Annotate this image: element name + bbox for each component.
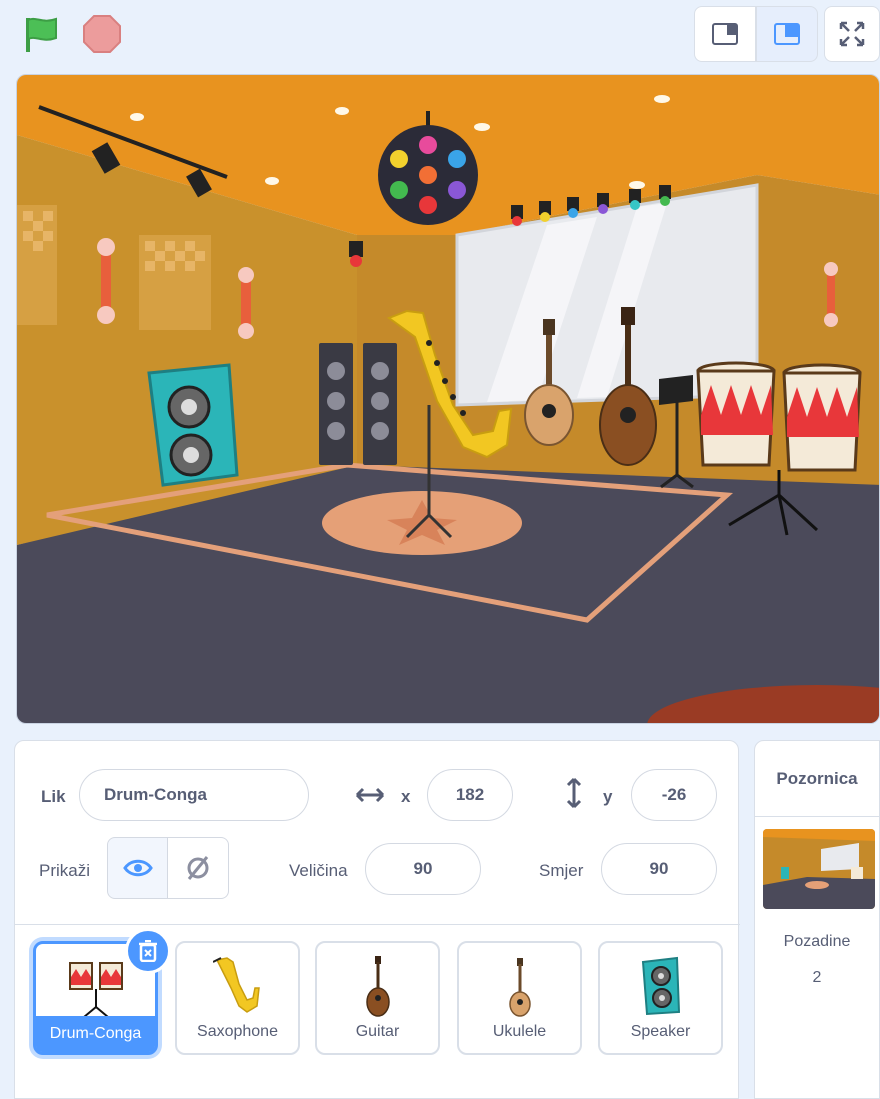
size-input[interactable]: 90: [365, 843, 481, 895]
saxophone-icon: [177, 949, 298, 1023]
sprite-tile-speaker[interactable]: Speaker: [598, 941, 723, 1055]
sprite-tile-guitar[interactable]: Guitar: [315, 941, 440, 1055]
fullscreen-button[interactable]: [824, 6, 880, 62]
stop-icon[interactable]: [82, 14, 122, 54]
backdrops-count: 2: [812, 969, 822, 986]
stage-panel-title: Pozornica: [755, 741, 879, 817]
sprite-info-panel: Lik Drum-Conga x 182 y -26 Prikaži Velič…: [14, 740, 740, 1099]
x-arrow-icon: [355, 785, 385, 810]
small-stage-button[interactable]: [694, 6, 756, 62]
stage-header: [0, 0, 880, 68]
hide-button[interactable]: [168, 837, 229, 899]
delete-sprite-button[interactable]: [125, 928, 171, 974]
speaker-icon: [600, 949, 721, 1023]
stage-canvas[interactable]: [16, 74, 880, 724]
guitar-icon: [317, 949, 438, 1023]
stage-target-panel[interactable]: Pozornica Pozadine 2: [754, 740, 880, 1099]
ukulele-icon: [459, 949, 580, 1023]
show-label: Prikaži: [39, 861, 91, 880]
sprite-tile-label: Drum-Conga: [36, 1016, 155, 1052]
size-label: Veličina: [289, 861, 348, 880]
sprite-label: Lik: [41, 787, 66, 806]
x-input[interactable]: 182: [427, 769, 513, 821]
trash-icon: [139, 940, 157, 962]
y-arrow-icon: [565, 777, 583, 814]
fullscreen-icon: [839, 21, 865, 47]
sprite-tile-label: Saxophone: [197, 1023, 278, 1040]
visibility-toggle: [107, 837, 229, 899]
sprite-tile-drum-conga[interactable]: Drum-Conga: [33, 928, 171, 1055]
sprite-name-input[interactable]: Drum-Conga: [79, 769, 309, 821]
sprite-tile-ukulele[interactable]: Ukulele: [457, 941, 582, 1055]
small-stage-icon: [712, 23, 738, 45]
direction-input[interactable]: 90: [601, 843, 717, 895]
eye-hidden-icon: [187, 856, 209, 880]
green-flag-icon[interactable]: [22, 14, 62, 54]
sprite-tile-label: Speaker: [630, 1023, 691, 1040]
sprite-tile-saxophone[interactable]: Saxophone: [175, 941, 300, 1055]
stage-thumbnail[interactable]: [763, 829, 875, 909]
normal-stage-button[interactable]: [756, 6, 818, 62]
sprite-tile-label: Ukulele: [492, 1023, 547, 1040]
y-label: y: [603, 787, 613, 806]
eye-icon: [122, 859, 153, 877]
backdrops-label: Pozadine: [783, 933, 851, 950]
normal-stage-icon: [774, 23, 800, 45]
sprite-info: Lik Drum-Conga x 182 y -26 Prikaži Velič…: [15, 741, 740, 925]
show-button[interactable]: [107, 837, 168, 899]
y-input[interactable]: -26: [631, 769, 717, 821]
x-label: x: [401, 787, 411, 806]
direction-label: Smjer: [539, 861, 584, 880]
sprite-tile-label: Guitar: [355, 1023, 400, 1040]
